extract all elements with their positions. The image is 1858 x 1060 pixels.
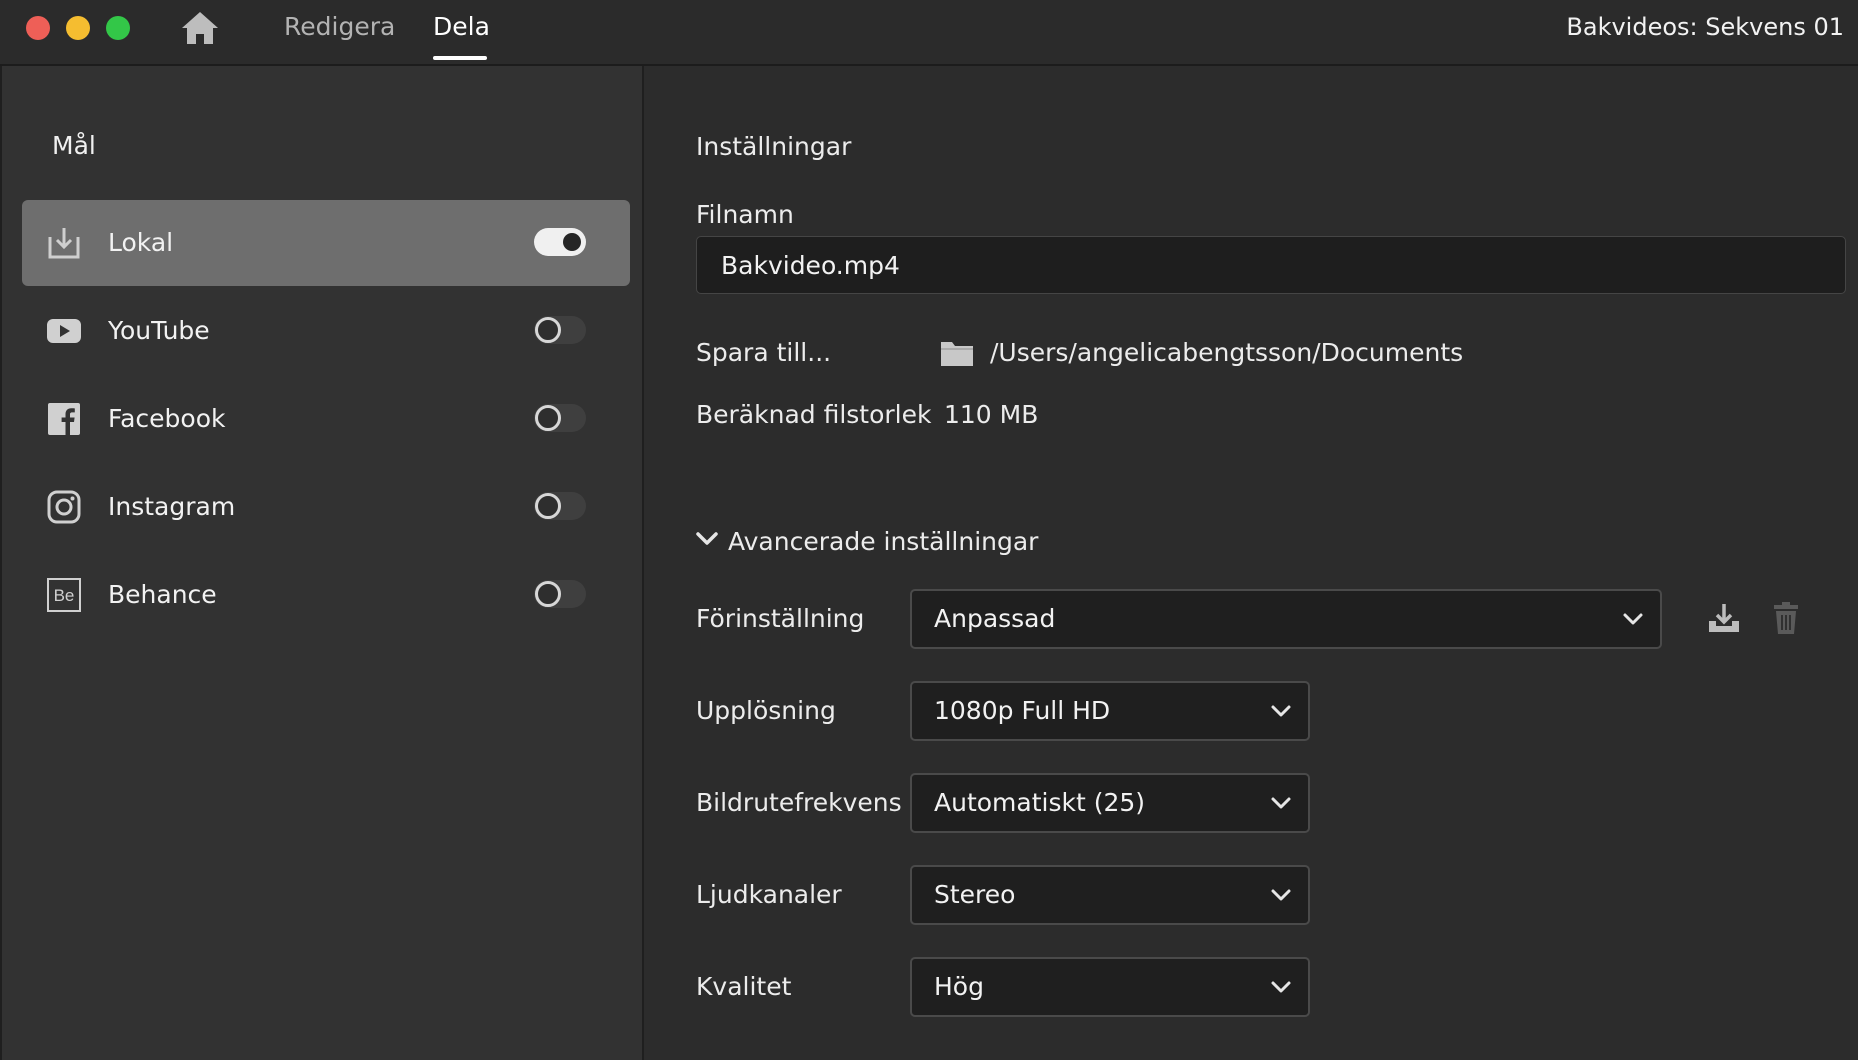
destination-label: Behance	[108, 580, 217, 609]
toggle-knob	[535, 317, 561, 343]
chevron-down-icon	[1271, 889, 1291, 901]
chevron-down-icon	[1623, 613, 1643, 625]
minimize-window-button[interactable]	[66, 16, 90, 40]
download-icon	[48, 228, 80, 259]
destination-behance[interactable]: Be Behance	[22, 552, 630, 638]
framerate-select[interactable]: Automatiskt (25)	[910, 773, 1310, 833]
filename-input[interactable]	[696, 236, 1846, 294]
project-title: Bakvideos: Sekvens 01	[1566, 13, 1844, 41]
title-bar: Redigera Dela Bakvideos: Sekvens 01	[0, 0, 1858, 66]
save-to-path: /Users/angelicabengtsson/Documents	[990, 338, 1464, 367]
destination-label: Facebook	[108, 404, 226, 433]
filename-label: Filnamn	[696, 200, 794, 229]
preset-value: Anpassad	[934, 604, 1056, 633]
sidebar-heading: Mål	[52, 131, 96, 160]
save-preset-icon[interactable]	[1706, 600, 1742, 636]
chevron-down-icon	[1271, 797, 1291, 809]
instagram-icon	[47, 490, 81, 524]
destination-instagram[interactable]: Instagram	[22, 464, 630, 550]
resolution-select[interactable]: 1080p Full HD	[910, 681, 1310, 741]
destination-label: Instagram	[108, 492, 236, 521]
chevron-down-icon	[1271, 705, 1291, 717]
filesize-label: Beräknad filstorlek	[696, 400, 932, 429]
audio-channels-label: Ljudkanaler	[696, 880, 842, 909]
resolution-label: Upplösning	[696, 696, 836, 725]
audio-channels-select[interactable]: Stereo	[910, 865, 1310, 925]
audio-channels-value: Stereo	[934, 880, 1016, 909]
chevron-down-icon	[1271, 981, 1291, 993]
toggle-instagram[interactable]	[534, 492, 586, 520]
facebook-icon	[48, 403, 80, 435]
filesize-value: 110 MB	[944, 400, 1039, 429]
destination-facebook[interactable]: Facebook	[22, 376, 630, 462]
folder-icon[interactable]	[940, 339, 974, 367]
youtube-icon	[47, 319, 81, 343]
destinations-sidebar: Mål Lokal YouTube Facebook Instagram Be …	[0, 66, 644, 1060]
toggle-lokal[interactable]	[534, 228, 586, 256]
preset-select[interactable]: Anpassad	[910, 589, 1662, 649]
toggle-knob	[535, 581, 561, 607]
tab-redigera[interactable]: Redigera	[284, 10, 395, 44]
quality-select[interactable]: Hög	[910, 957, 1310, 1017]
chevron-down-icon[interactable]	[696, 531, 718, 547]
settings-heading: Inställningar	[696, 132, 852, 161]
framerate-value: Automatiskt (25)	[934, 788, 1146, 817]
close-window-button[interactable]	[26, 16, 50, 40]
toggle-behance[interactable]	[534, 580, 586, 608]
framerate-label: Bildrutefrekvens	[696, 788, 902, 817]
save-to-button[interactable]: Spara till...	[696, 336, 831, 370]
destination-label: YouTube	[108, 316, 210, 345]
resolution-value: 1080p Full HD	[934, 696, 1111, 725]
tab-dela[interactable]: Dela	[433, 10, 490, 44]
active-tab-indicator	[433, 56, 487, 60]
toggle-youtube[interactable]	[534, 316, 586, 344]
destination-lokal[interactable]: Lokal	[22, 200, 630, 286]
toggle-knob	[563, 233, 581, 251]
svg-text:Be: Be	[54, 586, 75, 605]
behance-icon: Be	[47, 578, 81, 612]
advanced-settings-toggle[interactable]: Avancerade inställningar	[728, 525, 1038, 559]
maximize-window-button[interactable]	[106, 16, 130, 40]
settings-panel: Inställningar Filnamn Spara till... /Use…	[646, 66, 1858, 1060]
home-icon[interactable]	[180, 10, 220, 46]
toggle-knob	[535, 493, 561, 519]
destination-youtube[interactable]: YouTube	[22, 288, 630, 374]
preset-label: Förinställning	[696, 604, 865, 633]
destination-label: Lokal	[108, 228, 174, 257]
quality-label: Kvalitet	[696, 972, 792, 1001]
quality-value: Hög	[934, 972, 984, 1001]
toggle-facebook[interactable]	[534, 404, 586, 432]
trash-icon[interactable]	[1768, 600, 1804, 636]
toggle-knob	[535, 405, 561, 431]
